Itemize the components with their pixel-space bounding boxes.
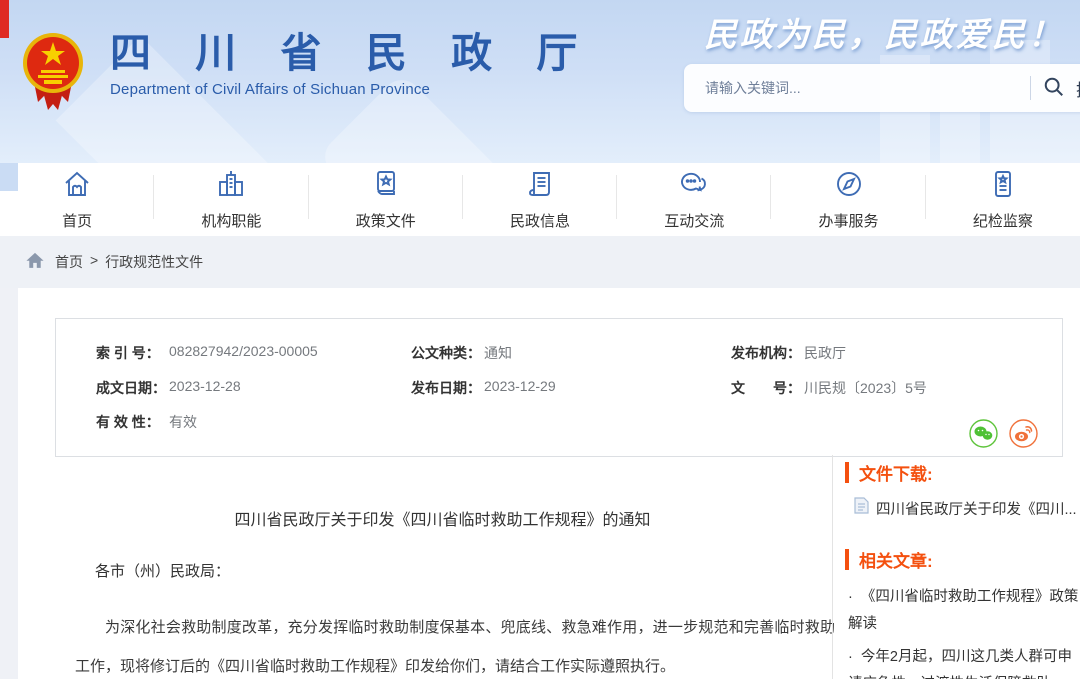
meta-label-doc-type: 公文种类：	[411, 343, 481, 363]
meta-value-validity: 有效	[169, 412, 197, 432]
related-heading-label: 相关文章:	[859, 547, 933, 572]
news-document-icon	[524, 168, 556, 205]
download-heading-label: 文件下载:	[859, 460, 933, 485]
main-navigation: 首页 机构职能 政策文件 民政信息	[0, 163, 1080, 236]
meta-value-index: 082827942/2023-00005	[169, 343, 318, 359]
meta-value-publish-date: 2023-12-29	[484, 378, 556, 394]
nav-label: 机构职能	[201, 210, 261, 231]
share-buttons	[969, 419, 1038, 448]
article-title: 四川省民政厅关于印发《四川省临时救助工作规程》的通知	[55, 506, 830, 530]
related-section-heading: 相关文章:	[845, 547, 1080, 572]
site-logo-link[interactable]: 四 川 省 民 政 厅 Department of Civil Affairs …	[22, 30, 592, 121]
meta-label-validity: 有 效 性：	[96, 412, 160, 432]
meta-value-doc-number: 川民规〔2023〕5号	[804, 378, 927, 398]
document-metadata-box: 索 引 号： 082827942/2023-00005 公文种类： 通知 发布机…	[55, 318, 1063, 457]
download-file-link[interactable]: 四川省民政厅关于印发《四川...	[854, 497, 1080, 519]
nav-item-interaction[interactable]: 互动交流	[617, 163, 771, 236]
meta-label-publish-date: 发布日期：	[411, 378, 481, 398]
site-slogan: 民政为民，民政爱民！	[704, 8, 1064, 56]
sidebar: 文件下载: 四川省民政厅关于印发《四川... 相关文章: 《四川省临时救助工作规…	[845, 460, 1080, 679]
left-edge-blue-patch	[0, 163, 18, 191]
site-subtitle: Department of Civil Affairs of Sichuan P…	[110, 81, 592, 98]
heading-accent-bar	[845, 549, 849, 570]
meta-value-written-date: 2023-12-28	[169, 378, 241, 394]
breadcrumb: 首页 > 行政规范性文件	[0, 236, 1080, 288]
meta-value-doc-type: 通知	[484, 343, 512, 363]
download-section-heading: 文件下载:	[845, 460, 1080, 485]
meta-value-issuer: 民政厅	[804, 343, 846, 363]
breadcrumb-home-icon[interactable]	[25, 251, 45, 274]
organization-icon	[215, 168, 247, 205]
search-bar: 搜索	[684, 64, 1080, 112]
related-article-link[interactable]: 《四川省临时救助工作规程》政策解读	[848, 584, 1080, 638]
search-divider	[1030, 76, 1031, 100]
national-emblem-icon	[22, 30, 84, 121]
site-header: 四 川 省 民 政 厅 Department of Civil Affairs …	[0, 0, 1080, 163]
meta-label-doc-number: 文 号：	[731, 378, 801, 398]
article-body: 为深化社会救助制度改革，充分发挥临时救助制度保基本、兜底线、救急难作用，进一步规…	[75, 608, 835, 679]
nav-label: 政策文件	[356, 210, 416, 231]
file-icon	[854, 497, 869, 519]
article-salutation: 各市（州）民政局：	[95, 560, 230, 581]
policy-book-icon	[370, 168, 402, 205]
search-button[interactable]: 搜索	[1041, 76, 1080, 101]
breadcrumb-separator: >	[90, 252, 98, 272]
related-article-link[interactable]: 今年2月起，四川这几类人群可申请应急性、过渡性生活保障救助	[848, 644, 1080, 679]
nav-item-information[interactable]: 民政信息	[463, 163, 617, 236]
nav-label: 办事服务	[819, 210, 879, 231]
compass-icon	[833, 168, 865, 205]
wechat-share-icon[interactable]	[969, 419, 998, 448]
heading-accent-bar	[845, 462, 849, 483]
breadcrumb-current: 行政规范性文件	[105, 252, 203, 272]
nav-label: 首页	[62, 210, 92, 231]
content-card: 索 引 号： 082827942/2023-00005 公文种类： 通知 发布机…	[18, 288, 1080, 679]
search-icon	[1043, 76, 1065, 101]
download-file-label: 四川省民政厅关于印发《四川...	[876, 498, 1077, 519]
nav-label: 纪检监察	[973, 210, 1033, 231]
related-articles-list: 《四川省临时救助工作规程》政策解读 今年2月起，四川这几类人群可申请应急性、过渡…	[848, 584, 1080, 679]
inspection-badge-icon	[987, 168, 1019, 205]
meta-label-index: 索 引 号：	[96, 343, 160, 363]
nav-label: 互动交流	[664, 210, 724, 231]
nav-item-services[interactable]: 办事服务	[771, 163, 925, 236]
nav-item-organization[interactable]: 机构职能	[154, 163, 308, 236]
search-button-label: 搜索	[1076, 76, 1080, 101]
nav-label: 民政信息	[510, 210, 570, 231]
chat-bubbles-icon	[678, 168, 710, 205]
meta-label-written-date: 成文日期：	[96, 378, 166, 398]
left-edge-red-strip	[0, 0, 9, 38]
nav-item-discipline[interactable]: 纪检监察	[926, 163, 1080, 236]
site-title: 四 川 省 民 政 厅	[110, 30, 592, 77]
meta-label-issuer: 发布机构：	[731, 343, 801, 363]
weibo-share-icon[interactable]	[1009, 419, 1038, 448]
home-icon	[61, 168, 93, 205]
nav-item-policy[interactable]: 政策文件	[309, 163, 463, 236]
nav-item-home[interactable]: 首页	[0, 163, 154, 236]
breadcrumb-home-link[interactable]: 首页	[55, 252, 83, 272]
sidebar-divider	[832, 455, 833, 679]
search-input[interactable]	[684, 80, 1030, 96]
